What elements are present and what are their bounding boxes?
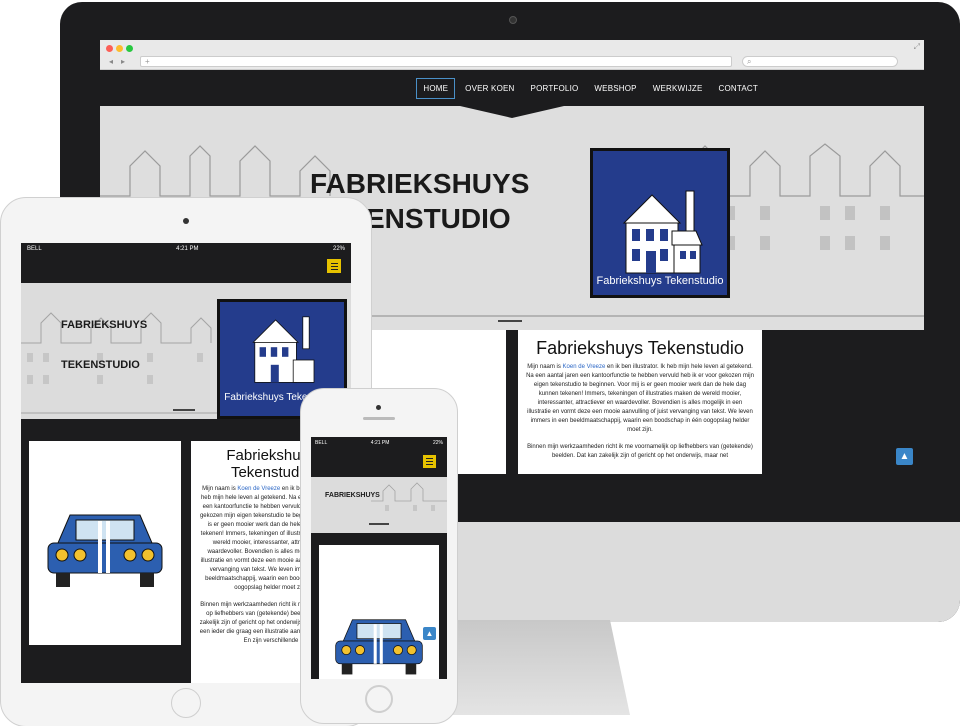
camera-icon	[183, 218, 189, 224]
close-window-button[interactable]	[106, 45, 113, 52]
house-drawing-icon	[252, 316, 315, 383]
hamburger-menu-icon[interactable]	[327, 259, 341, 273]
camera-icon	[376, 405, 381, 410]
carrier-label: BELL	[315, 440, 328, 446]
intro-paragraph: Mijn naam is Koen de Vreeze en ik ben il…	[526, 364, 754, 433]
nav-werkwijze[interactable]: WERKWIJZE	[647, 79, 709, 98]
site-navigation: HOME OVER KOEN PORTFOLIO WEBSHOP WERKWIJ…	[100, 70, 924, 106]
clock-label: 4:21 PM	[370, 440, 390, 446]
forward-arrow-icon[interactable]: ▸	[118, 56, 128, 67]
blue-car-illustration	[335, 619, 423, 675]
phone-content: ▲	[311, 533, 447, 679]
intro-card: Fabriekshuys Tekenstudio Mijn naam is Ko…	[518, 330, 762, 474]
minimize-window-button[interactable]	[116, 45, 123, 52]
scroll-to-top-button[interactable]: ▲	[896, 448, 913, 465]
studio-logo: Fabriekshuys Tekenstudio	[590, 148, 730, 298]
author-link[interactable]: Koen de Vreeze	[237, 486, 280, 492]
camera-icon	[509, 16, 517, 24]
home-button[interactable]	[171, 688, 201, 718]
hero-title-line2: TEKENSTUDIO	[61, 359, 140, 371]
maximize-window-button[interactable]	[126, 45, 133, 52]
hero-title-line1: FABRIEKSHUYS	[310, 168, 530, 199]
nav-portfolio[interactable]: PORTFOLIO	[525, 79, 585, 98]
hamburger-menu-icon[interactable]	[423, 455, 436, 468]
author-link[interactable]: Koen de Vreeze	[563, 364, 606, 370]
nav-contact[interactable]: CONTACT	[713, 79, 764, 98]
speaker-grille	[363, 417, 395, 420]
monitor-stand	[430, 620, 630, 715]
carrier-label: BELL	[27, 246, 42, 252]
phone-screen: BELL 4:21 PM 22% FABRIEKSHUYS ▲	[311, 437, 447, 679]
clock-label: 4:21 PM	[176, 246, 199, 252]
tablet-hero-title: FABRIEKSHUYS TEKENSTUDIO	[61, 305, 147, 385]
phone-hero-title: FABRIEKSHUYS	[325, 492, 380, 499]
phone-device: BELL 4:21 PM 22% FABRIEKSHUYS ▲	[300, 388, 458, 724]
browser-chrome: ◂ ▸ + ⌕ ⤢	[100, 40, 924, 70]
battery-label: 22%	[432, 440, 443, 446]
nav-over-koen[interactable]: OVER KOEN	[459, 79, 520, 98]
intro-card-title: Fabriekshuys Tekenstudio	[536, 338, 744, 358]
status-bar: BELL 4:21 PM 22%	[311, 437, 447, 449]
house-drawing-icon	[622, 190, 703, 274]
mobile-navbar	[311, 449, 447, 477]
back-arrow-icon[interactable]: ◂	[106, 56, 116, 67]
car-illustration-panel	[319, 545, 439, 679]
logo-caption: Fabriekshuys Tekenstudio	[596, 275, 724, 287]
nav-webshop[interactable]: WEBSHOP	[588, 79, 642, 98]
nav-home[interactable]: HOME	[416, 77, 456, 99]
home-button[interactable]	[365, 685, 393, 713]
slide-indicator[interactable]	[369, 523, 389, 525]
fullscreen-icon[interactable]: ⤢	[914, 42, 920, 52]
phone-hero: FABRIEKSHUYS	[311, 477, 447, 533]
hero-title-line1: FABRIEKSHUYS	[61, 319, 148, 331]
car-illustration-panel	[29, 441, 181, 645]
scroll-to-top-button[interactable]: ▲	[423, 627, 436, 640]
status-bar: BELL 4:21 PM 22%	[21, 243, 351, 255]
device-mockup: ◂ ▸ + ⌕ ⤢ HOME OVER KOEN PORTFOLIO WEBSH…	[0, 0, 964, 726]
search-icon: ⌕	[747, 57, 752, 66]
slide-indicator[interactable]	[173, 409, 195, 411]
intro-paragraph-2: Binnen mijn werkzaamheden richt ik me vo…	[527, 444, 753, 459]
address-bar[interactable]: +	[140, 56, 732, 67]
browser-search-input[interactable]: ⌕	[742, 56, 898, 67]
slide-indicator[interactable]	[498, 320, 522, 322]
mobile-navbar	[21, 255, 351, 283]
plus-icon: +	[145, 57, 150, 66]
blue-car-illustration	[47, 514, 163, 587]
tablet-hero: FABRIEKSHUYS TEKENSTUDIO Fabriekshuys Te…	[21, 283, 351, 419]
battery-label: 22%	[332, 246, 345, 252]
